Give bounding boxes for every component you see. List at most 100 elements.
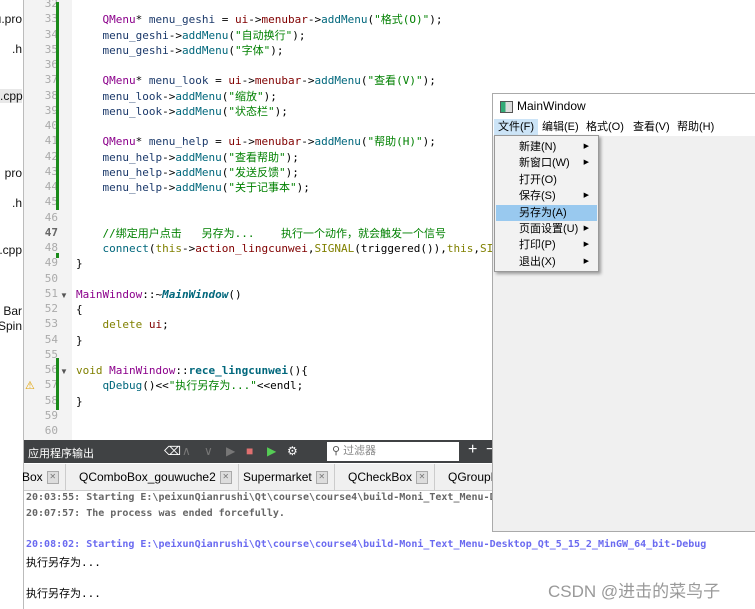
code-token: () [228, 287, 242, 301]
menu-item-label: 新建(N) [519, 141, 557, 153]
code-token: = [215, 13, 235, 27]
line-number: 60 [44, 424, 58, 437]
fold-arrow-icon[interactable]: ▼ [60, 291, 68, 300]
menu-item[interactable]: 保存(S) ▶ [496, 188, 597, 204]
project-file-item[interactable]: pro [5, 166, 22, 180]
code-token: ::~ [142, 287, 163, 301]
menubar: 文件(F) 编辑(E) 格式(O) 查看(V) 帮助(H) [493, 119, 755, 136]
code-token: * [135, 135, 149, 149]
code-token: SIGNAL [314, 242, 355, 255]
code-token: ); [292, 28, 306, 42]
code-token: QMenu [102, 135, 136, 149]
code-token: addMenu [175, 150, 222, 164]
warning-icon: ⚠ [25, 380, 35, 393]
add-button[interactable]: + [468, 441, 477, 459]
close-icon[interactable]: ✕ [46, 471, 59, 485]
code-token: ui [234, 13, 249, 27]
code-token: -> [248, 13, 262, 27]
tab-label: QComboBox_gouwuche2 [79, 470, 216, 484]
window-title: MainWindow [517, 99, 586, 113]
submenu-arrow-icon: ▶ [583, 257, 589, 265]
project-file-item[interactable]: eSpin [0, 319, 22, 333]
submenu-arrow-icon: ▶ [583, 143, 589, 150]
code-token: { [76, 303, 83, 316]
menu-item[interactable]: 新窗口(W) ▶ [496, 155, 597, 171]
code-token: addMenu [175, 181, 222, 194]
clear-icon[interactable]: ⌫ [164, 444, 181, 458]
code-token: menubar [254, 74, 302, 88]
output-tab[interactable]: QComboBox_gouwuche2 ✕ [73, 464, 239, 490]
submenu-arrow-icon: ▶ [583, 159, 589, 167]
code-token: addMenu [314, 135, 361, 149]
code-token: ); [429, 13, 443, 27]
code-token: ); [422, 74, 436, 88]
stop-icon[interactable]: ■ [246, 444, 253, 458]
code-token: ( [228, 43, 235, 57]
close-icon[interactable]: ✕ [416, 471, 429, 485]
code-line: void MainWindow::rece_lingcunwei(){ [76, 363, 308, 378]
code-token: "执行另存为..." [168, 379, 257, 393]
menu-item-label: 保存(S) [519, 190, 556, 203]
menu-item[interactable]: 退出(X) ▶ [496, 254, 597, 270]
code-token: MainWindow [76, 287, 143, 301]
code-token: = [208, 135, 229, 149]
menubar-item[interactable]: 格式(O) [582, 119, 628, 136]
code-token: action_lingcunwei [195, 242, 308, 255]
code-token: menu_geshi [148, 13, 216, 27]
app-icon [500, 101, 513, 113]
code-token: menu_help [102, 165, 163, 179]
watermark: CSDN @进击的菜鸟子 [548, 582, 721, 601]
filter-input[interactable]: ⚲ 过滤器 [327, 442, 459, 461]
fold-arrow-icon[interactable]: ▼ [60, 367, 68, 376]
code-token: MainWindow [162, 287, 229, 301]
output-tab[interactable]: Box ✕ [16, 464, 66, 490]
code-line: menu_geshi->addMenu("字体"); [76, 43, 284, 58]
code-token: = [208, 74, 229, 88]
code-token: delete [102, 318, 143, 332]
project-file-item[interactable]: Bar [3, 304, 22, 318]
menu-item[interactable]: 新建(N) ▶ [496, 139, 597, 155]
code-token: "帮助(H)" [367, 135, 423, 149]
code-token: * [135, 74, 149, 88]
menubar-item[interactable]: 编辑(E) [538, 119, 583, 136]
code-line: menu_geshi->addMenu("自动换行"); [76, 28, 306, 43]
menu-item[interactable]: 另存为(A) [496, 204, 597, 221]
run-icon[interactable]: ▶ [226, 444, 235, 458]
menubar-item[interactable]: 文件(F) [494, 119, 539, 136]
code-line: menu_help->addMenu("发送反馈"); [76, 165, 299, 180]
gear-icon[interactable]: ⚙ [287, 444, 298, 458]
code-token: addMenu [175, 89, 222, 103]
code-token: menu_help [148, 135, 209, 149]
debug-run-icon[interactable]: ▶ [267, 444, 276, 458]
code-token: menubar [254, 135, 302, 149]
code-token: "关于记事本" [228, 181, 297, 194]
code-line: QMenu* menu_help = ui->menubar->addMenu(… [76, 134, 436, 149]
output-tab[interactable]: QCheckBox ✕ [342, 464, 436, 490]
output-tab[interactable]: Supermarket ✕ [237, 464, 335, 490]
code-editor[interactable]: QMenu* menu_geshi = ui->menubar->addMenu… [73, 0, 493, 440]
project-file-item[interactable]: u.pro [0, 12, 22, 26]
menu-item[interactable]: 页面设置(U) ▶ [496, 221, 597, 237]
code-line: MainWindow::~MainWindow() [76, 287, 242, 302]
chevron-up-icon[interactable]: ∧ [182, 444, 191, 458]
project-file-item[interactable]: .cpp [0, 243, 22, 257]
code-token: addMenu [314, 74, 361, 88]
menubar-item[interactable]: 查看(V) [629, 119, 674, 136]
chevron-down-icon[interactable]: ∨ [204, 444, 213, 458]
code-line: qDebug()<<"执行另存为..."<<endl; [76, 378, 304, 393]
tab-label: QCheckBox [348, 470, 413, 484]
menu-item[interactable]: 打开(O) [496, 172, 597, 188]
code-line: menu_help->addMenu("查看帮助"); [76, 150, 299, 165]
menu-item[interactable]: 打印(P) ▶ [496, 237, 597, 253]
menubar-item[interactable]: 帮助(H) [673, 119, 718, 136]
code-token: menu_geshi [102, 43, 169, 57]
close-icon[interactable]: ✕ [315, 471, 328, 485]
project-file-item[interactable]: .h [12, 196, 22, 210]
project-file-item[interactable]: .cpp [0, 89, 23, 103]
close-icon[interactable]: ✕ [219, 471, 232, 485]
project-file-item[interactable]: .h [12, 42, 22, 56]
